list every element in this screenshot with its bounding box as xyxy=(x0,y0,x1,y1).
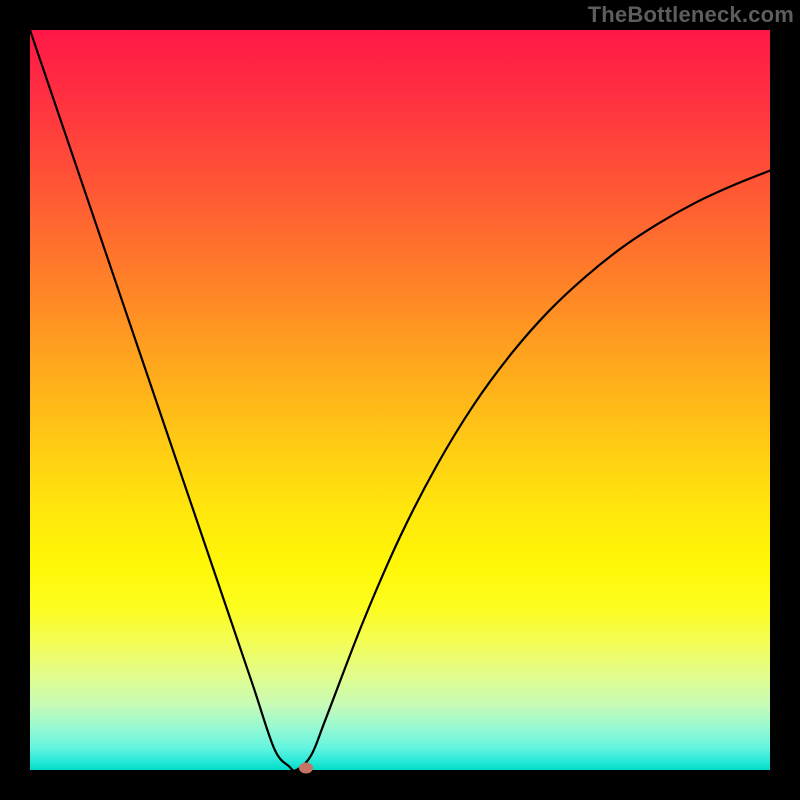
curve-path xyxy=(30,30,770,770)
bottleneck-curve xyxy=(30,30,770,770)
plot-area xyxy=(30,30,770,770)
chart-frame: TheBottleneck.com xyxy=(0,0,800,800)
minimum-marker xyxy=(299,763,313,774)
attribution-text: TheBottleneck.com xyxy=(588,2,794,28)
